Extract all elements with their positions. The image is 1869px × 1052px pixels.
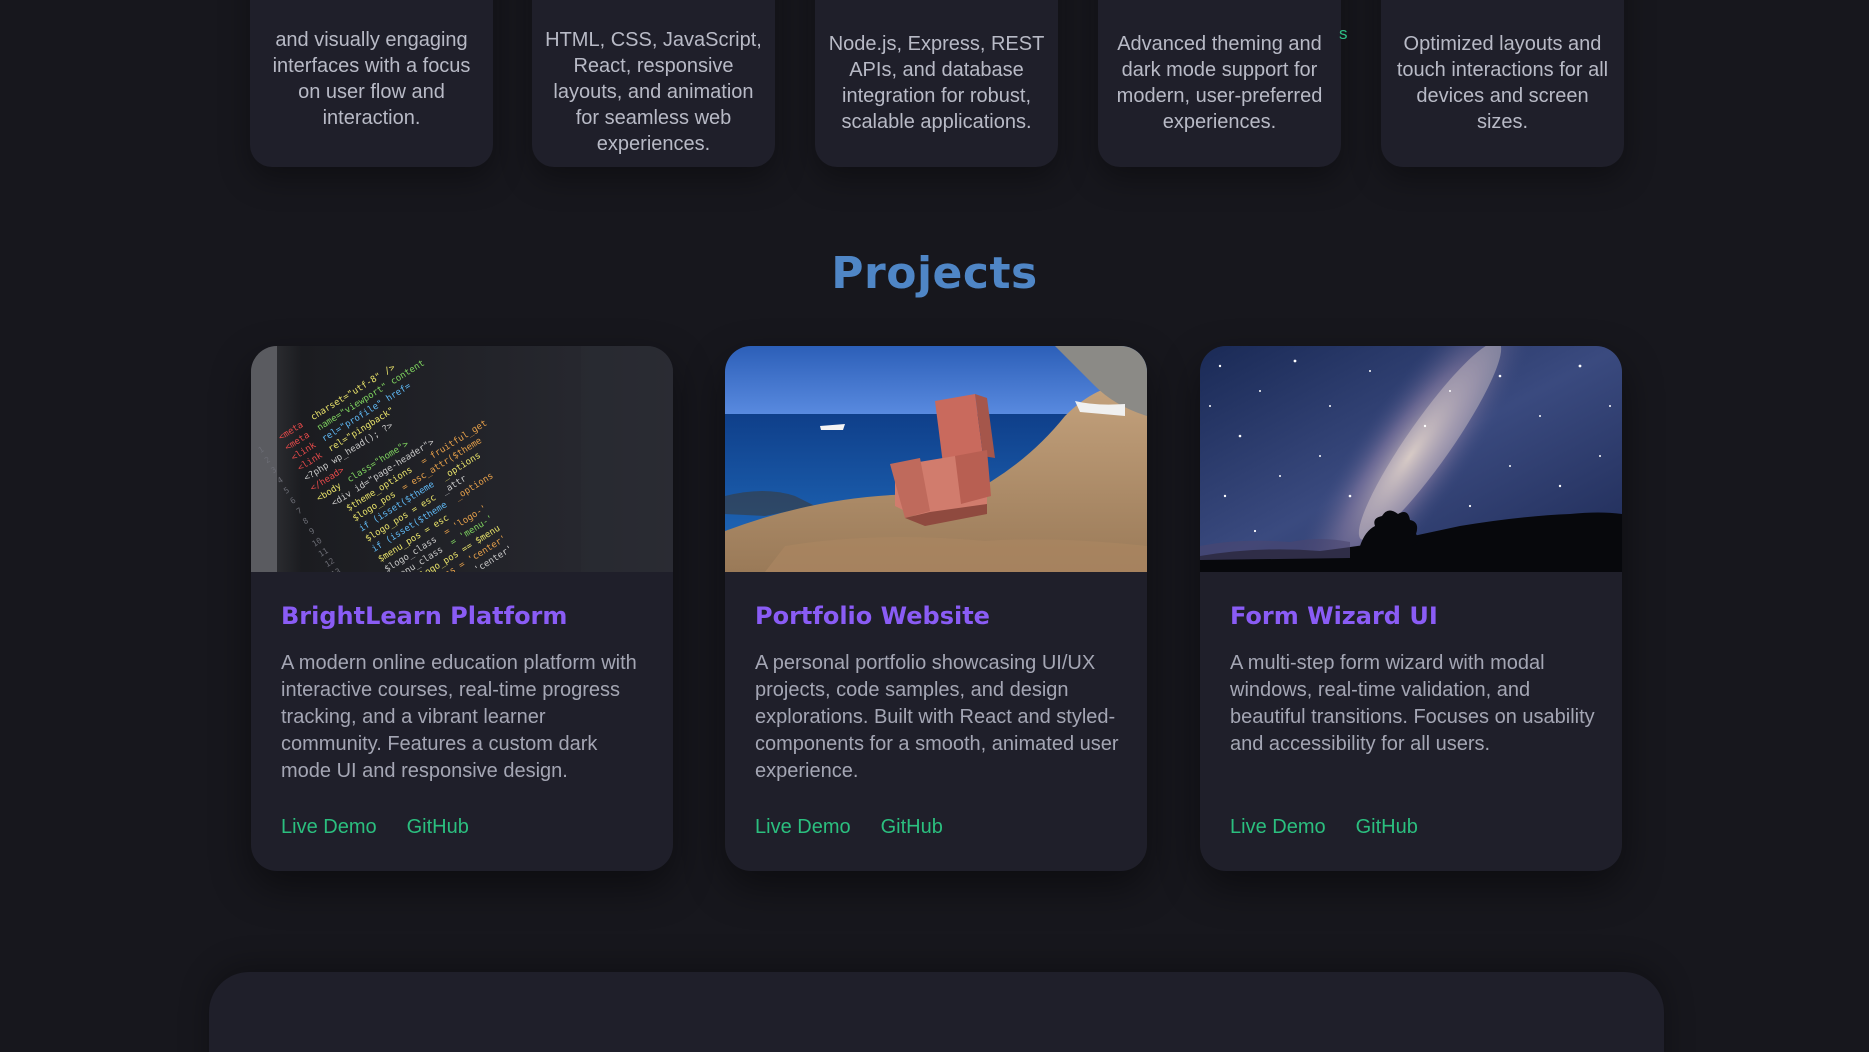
project-image-armchair [725, 346, 1147, 572]
skill-card: Advanced theming and dark mode support f… [1098, 0, 1341, 167]
project-title: Form Wizard UI [1230, 602, 1438, 630]
skill-card: Optimized layouts and touch interactions… [1381, 0, 1624, 167]
skill-description: HTML, CSS, JavaScript, React, responsive… [545, 29, 762, 155]
project-card-body: Form Wizard UI A multi-step form wizard … [1230, 602, 1596, 758]
project-links: Live Demo GitHub [1230, 816, 1418, 839]
project-links: Live Demo GitHub [281, 816, 469, 839]
project-description: A personal portfolio showcasing UI/UX pr… [755, 652, 1119, 782]
stray-text: s [1339, 24, 1348, 43]
skill-description: Optimized layouts and touch interactions… [1396, 33, 1609, 133]
skill-description: Advanced theming and dark mode support f… [1116, 33, 1323, 133]
skill-card: HTML, CSS, JavaScript, React, responsive… [532, 0, 775, 167]
skill-description: Node.js, Express, REST APIs, and databas… [828, 33, 1045, 133]
project-title: Portfolio Website [755, 602, 990, 630]
github-link[interactable]: GitHub [1356, 816, 1418, 839]
skill-description: and visually engaging interfaces with a … [272, 29, 471, 129]
next-section-panel [209, 972, 1664, 1052]
project-card: Form Wizard UI A multi-step form wizard … [1200, 346, 1622, 871]
live-demo-link[interactable]: Live Demo [1230, 816, 1326, 839]
live-demo-link[interactable]: Live Demo [755, 816, 851, 839]
project-card: Portfolio Website A personal portfolio s… [725, 346, 1147, 871]
skill-card: and visually engaging interfaces with a … [250, 0, 493, 167]
project-card-body: Portfolio Website A personal portfolio s… [755, 602, 1121, 785]
project-description: A multi-step form wizard with modal wind… [1230, 652, 1595, 755]
project-card-body: BrightLearn Platform A modern online edu… [281, 602, 647, 785]
section-title-projects: Projects [831, 248, 1038, 299]
skills-section: and visually engaging interfaces with a … [0, 0, 1869, 170]
project-card: <meta charset="utf-8" /> <meta name="viewp… [251, 346, 673, 871]
page: and visually engaging interfaces with a … [0, 0, 1869, 1052]
live-demo-link[interactable]: Live Demo [281, 816, 377, 839]
project-title: BrightLearn Platform [281, 602, 568, 630]
project-links: Live Demo GitHub [755, 816, 943, 839]
github-link[interactable]: GitHub [407, 816, 469, 839]
project-image-code: <meta charset="utf-8" /> <meta name="viewp… [251, 346, 673, 572]
github-link[interactable]: GitHub [881, 816, 943, 839]
project-description: A modern online education platform with … [281, 652, 637, 782]
skill-card: Node.js, Express, REST APIs, and databas… [815, 0, 1058, 167]
project-image-milky-way [1200, 346, 1622, 572]
